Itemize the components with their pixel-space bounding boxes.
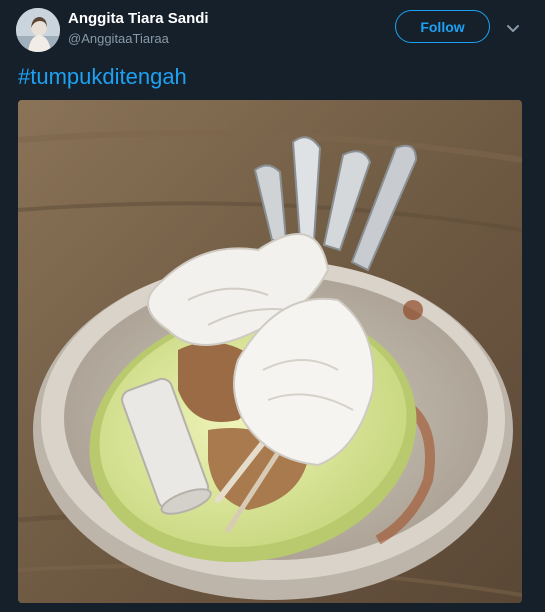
avatar-image: [16, 8, 60, 52]
hashtag-link[interactable]: #tumpukditengah: [18, 64, 187, 90]
user-handle[interactable]: @AnggitaaTiaraa: [68, 31, 169, 46]
chevron-down-icon[interactable]: [504, 19, 522, 37]
avatar[interactable]: [16, 8, 60, 52]
tweet-header: Anggita Tiara Sandi @AnggitaaTiaraa Foll…: [0, 0, 545, 58]
display-name[interactable]: Anggita Tiara Sandi: [68, 10, 209, 27]
tweet-photo[interactable]: [18, 100, 522, 603]
tweet-card: Anggita Tiara Sandi @AnggitaaTiaraa Foll…: [0, 0, 545, 612]
photo-image: [18, 100, 522, 603]
follow-button[interactable]: Follow: [395, 10, 490, 43]
